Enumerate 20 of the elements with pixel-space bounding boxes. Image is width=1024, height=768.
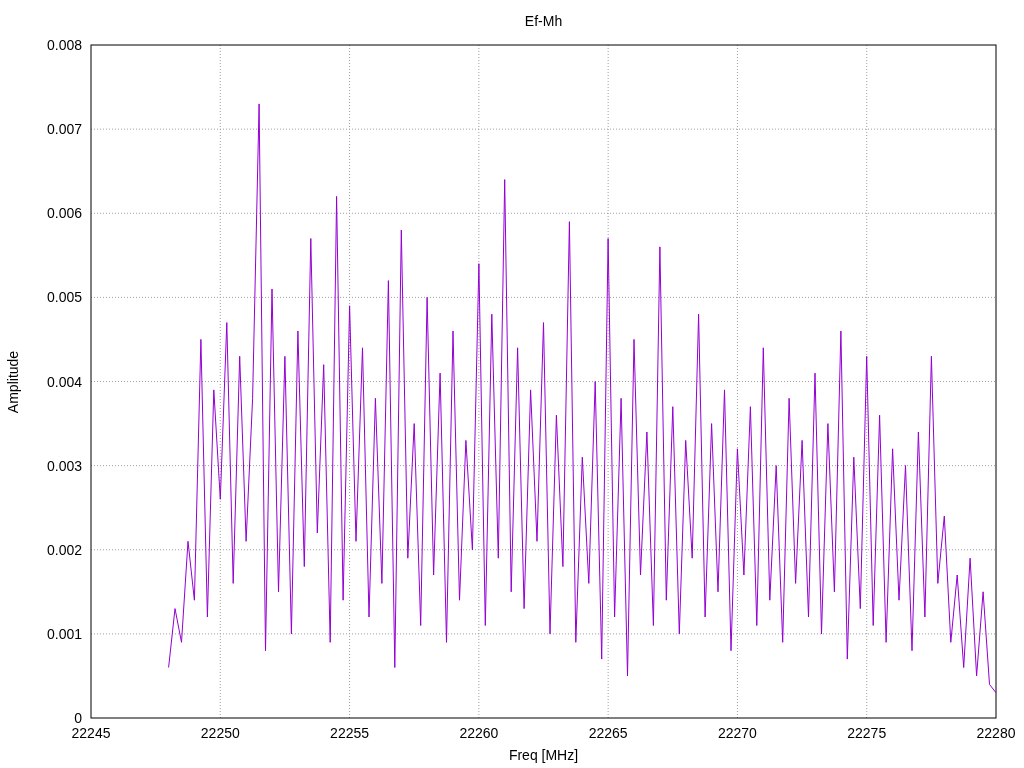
- y-tick-label: 0.001: [46, 625, 82, 642]
- x-tick-label: 22255: [330, 725, 370, 741]
- chart-title: Ef-Mh: [524, 13, 563, 29]
- y-tick-label: 0.005: [46, 289, 82, 306]
- x-tick-label: 22260: [459, 725, 499, 741]
- x-tick-label: 22270: [717, 725, 757, 741]
- x-tick-label: 22275: [847, 725, 887, 741]
- y-tick-label: 0.002: [46, 541, 82, 558]
- x-tick-label: 22280: [976, 725, 1016, 741]
- y-tick-label: 0.004: [46, 373, 82, 390]
- y-tick-label: 0.008: [46, 37, 82, 53]
- y-axis-title: Amplitude: [5, 350, 21, 414]
- x-tick-label: 22250: [200, 725, 240, 741]
- x-tick-label: 22245: [71, 725, 111, 741]
- y-tick-label: 0.006: [46, 205, 82, 222]
- y-tick-label: 0.007: [46, 121, 82, 138]
- y-tick-label: 0: [74, 710, 82, 726]
- x-tick-label: 22265: [588, 725, 628, 741]
- x-axis-title: Freq [MHz]: [508, 747, 579, 763]
- y-tick-label: 0.003: [46, 457, 82, 474]
